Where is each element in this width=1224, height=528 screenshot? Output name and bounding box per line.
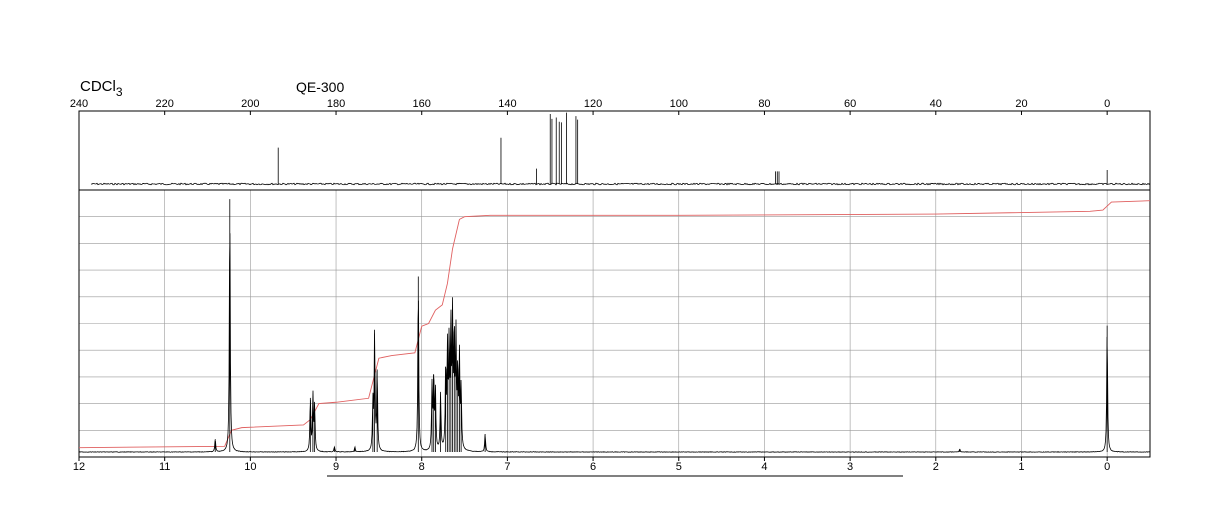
proton-tick-label: 10 <box>244 461 256 473</box>
proton-trace <box>78 199 1151 453</box>
proton-spectrum-panel: 12 11 10 9 8 7 6 5 4 3 2 1 0 <box>73 189 1151 473</box>
solvent-subscript: 3 <box>116 85 123 99</box>
proton-tick-label: 1 <box>1018 461 1024 473</box>
solvent-label: CDCl3 <box>80 78 123 99</box>
proton-tick-label: 7 <box>504 461 510 473</box>
proton-tick-label: 6 <box>590 461 596 473</box>
carbon-13-tick-label: 200 <box>241 98 259 110</box>
proton-tick-label: 12 <box>73 461 85 473</box>
carbon-13-spectrum-panel: 240 220 200 180 160 140 120 100 80 60 40 20 0 <box>70 98 1151 191</box>
carbon-13-frame <box>78 110 1151 191</box>
carbon-13-tick-label: 60 <box>844 98 856 110</box>
proton-integral-curve <box>78 200 1151 449</box>
carbon-13-axis: 240 220 200 180 160 140 120 100 80 60 40 20 0 <box>70 98 1110 115</box>
carbon-13-tick-label: 180 <box>327 98 345 110</box>
carbon-13-tick-label: 160 <box>413 98 431 110</box>
carbon-13-tick-label: 0 <box>1104 98 1110 110</box>
instrument-label: QE-300 <box>296 79 344 95</box>
solvent-name: CDCl <box>80 78 116 95</box>
carbon-13-tick-label: 240 <box>70 98 88 110</box>
carbon-13-tick-label: 40 <box>930 98 942 110</box>
carbon-13-tick-label: 120 <box>584 98 602 110</box>
proton-tick-label: 3 <box>847 461 853 473</box>
proton-tick-label: 5 <box>676 461 682 473</box>
proton-grid <box>78 190 1150 457</box>
carbon-13-tick-label: 80 <box>758 98 770 110</box>
nmr-spectrum-figure: CDCl3 QE-300 240 220 200 180 160 140 120 100 80 6… <box>70 78 1151 477</box>
carbon-13-trace <box>90 112 1151 186</box>
carbon-13-tick-label: 20 <box>1015 98 1027 110</box>
carbon-13-tick-label: 140 <box>498 98 516 110</box>
proton-tick-label: 8 <box>419 461 425 473</box>
carbon-13-tick-label: 100 <box>670 98 688 110</box>
carbon-13-tick-label: 220 <box>156 98 174 110</box>
proton-tick-label: 2 <box>933 461 939 473</box>
proton-tick-label: 11 <box>159 461 170 473</box>
proton-tick-label: 0 <box>1104 461 1110 473</box>
proton-tick-label: 9 <box>333 461 339 473</box>
proton-axis: 12 11 10 9 8 7 6 5 4 3 2 1 0 <box>73 457 1110 473</box>
proton-tick-label: 4 <box>761 461 767 473</box>
